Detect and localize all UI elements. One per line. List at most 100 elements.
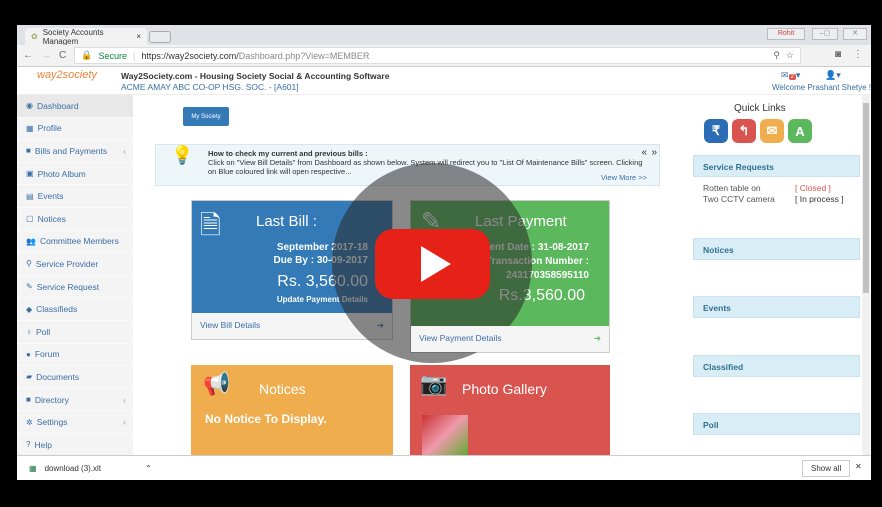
new-tab-button[interactable] bbox=[149, 31, 171, 43]
sidebar-item-label: Forum bbox=[34, 349, 60, 360]
service-requests-header: Service Requests bbox=[693, 155, 860, 177]
zoom-icon[interactable]: ⚲ bbox=[773, 50, 780, 61]
sidebar-item-label: Notices bbox=[37, 213, 66, 224]
menu-icon[interactable]: ⋮ bbox=[853, 49, 863, 60]
quick-link-button[interactable]: A bbox=[788, 119, 812, 143]
my-society-button[interactable]: My Society bbox=[183, 107, 229, 126]
sidebar-item-notices[interactable]: ▢ Notices bbox=[17, 208, 133, 231]
url-input[interactable]: 🔒 Secure | https://way2society.com/Dashboar… bbox=[74, 47, 801, 64]
service-requests-list: Rotten table on[ Closed ] Two CCTV camera… bbox=[703, 183, 858, 205]
sidebar-item-committee-members[interactable]: 👥 Committee Members bbox=[17, 231, 133, 254]
sidebar-item-classifieds[interactable]: ◆ Classifieds bbox=[17, 298, 133, 321]
notices-card: 📢 Notices No Notice To Display. bbox=[191, 365, 393, 460]
mail-icon[interactable]: ✉ 2 ▾ bbox=[781, 70, 800, 81]
reload-icon[interactable]: C bbox=[59, 50, 66, 61]
user-icon[interactable]: 👤▾ bbox=[825, 70, 841, 81]
sidebar-item-label: Photo Album bbox=[37, 168, 86, 179]
request-status: [ Closed ] bbox=[795, 183, 831, 193]
events-panel-header: Events bbox=[693, 296, 860, 318]
back-icon[interactable]: ← bbox=[23, 50, 33, 61]
close-icon[interactable]: ✕ bbox=[855, 462, 862, 471]
sidebar-item-poll[interactable]: ♁ Poll bbox=[17, 321, 133, 344]
service-request-row[interactable]: Two CCTV camera [ In process ] bbox=[703, 194, 858, 205]
document-icon: 🗎 bbox=[200, 210, 221, 240]
excel-file-icon: ▦ bbox=[29, 463, 37, 473]
play-icon bbox=[420, 246, 451, 282]
chevron-left-icon: ‹ bbox=[123, 417, 126, 428]
close-window-button[interactable]: ✕ bbox=[843, 28, 867, 40]
folder-icon: ■ bbox=[26, 146, 31, 156]
view-payment-details-link[interactable]: View Payment Details ➔ bbox=[411, 326, 609, 352]
folder-icon: ■ bbox=[26, 395, 31, 405]
quick-link-button[interactable]: ✉ bbox=[760, 119, 784, 143]
gallery-thumbnail[interactable] bbox=[422, 415, 468, 455]
window-user-badge[interactable]: Rohit bbox=[767, 28, 805, 40]
tags-icon: ◆ bbox=[26, 304, 33, 314]
sidebar-item-label: Profile bbox=[37, 123, 62, 134]
megaphone-icon: 📢 bbox=[203, 371, 231, 396]
request-status: [ In process ] bbox=[795, 194, 844, 204]
site-title: Way2Society.com - Housing Society Social… bbox=[121, 71, 390, 81]
chevron-left-icon: ‹ bbox=[123, 145, 126, 156]
sidebar-item-service-request[interactable]: ✎ Service Request bbox=[17, 276, 133, 299]
sidebar-item-label: Events bbox=[37, 191, 64, 202]
sidebar-item-label: Dashboard bbox=[36, 100, 79, 111]
request-name: Rotten table on bbox=[703, 183, 761, 193]
sidebar-item-settings[interactable]: ✲ Settings ‹ bbox=[17, 411, 133, 434]
sidebar-item-dashboard[interactable]: ◉ Dashboard bbox=[17, 95, 133, 118]
no-notice-text: No Notice To Display. bbox=[205, 412, 327, 426]
browser-tab[interactable]: ✿ Society Accounts Managem × bbox=[25, 28, 147, 46]
forward-icon[interactable]: → bbox=[41, 50, 51, 61]
sidebar-item-label: Help bbox=[34, 439, 52, 450]
service-request-row[interactable]: Rotten table on [ Closed ] bbox=[703, 183, 858, 194]
camera-icon[interactable]: ◙ bbox=[835, 49, 841, 60]
sidebar-item-events[interactable]: ▤ Events bbox=[17, 185, 133, 208]
profile-icon: ▦ bbox=[26, 123, 34, 133]
welcome-text: Welcome Prashant Shetye ! bbox=[772, 83, 871, 92]
sidebar-item-bills-and-payments[interactable]: ■ Bills and Payments ‹ bbox=[17, 140, 133, 163]
sidebar-item-label: Directory bbox=[34, 394, 69, 405]
play-button[interactable] bbox=[375, 229, 490, 299]
logo[interactable]: way2society bbox=[37, 69, 97, 81]
show-all-button[interactable]: Show all bbox=[802, 460, 851, 477]
sidebar-item-photo-album[interactable]: ▣ Photo Album bbox=[17, 163, 133, 186]
classified-panel-header: Classified bbox=[693, 355, 860, 377]
notice-icon: ▢ bbox=[26, 214, 34, 224]
help-icon: ? bbox=[26, 440, 31, 450]
sidebar: ◉ Dashboard ▦ Profile ■ Bills and Payments ‹ ▣ P… bbox=[17, 95, 133, 457]
download-file[interactable]: download (3).xlt bbox=[45, 464, 101, 473]
tab-close-icon[interactable]: × bbox=[136, 32, 141, 41]
site-header: way2society Way2Society.com - Housing So… bbox=[17, 67, 871, 95]
gear-icon: ✲ bbox=[26, 417, 33, 427]
sidebar-item-service-provider[interactable]: ⚲ Service Provider bbox=[17, 253, 133, 276]
sidebar-item-forum[interactable]: ● Forum bbox=[17, 344, 133, 367]
request-name: Two CCTV camera bbox=[703, 194, 775, 204]
sidebar-item-label: Poll bbox=[36, 326, 51, 337]
quick-link-button[interactable]: ↰ bbox=[732, 119, 756, 143]
chevron-up-icon[interactable]: ⌃ bbox=[145, 464, 152, 473]
lightbulb-icon: 💡 bbox=[171, 145, 194, 165]
tab-strip: ✿ Society Accounts Managem × Rohit –▢ ✕ bbox=[17, 25, 871, 46]
sidebar-item-profile[interactable]: ▦ Profile bbox=[17, 118, 133, 141]
sidebar-item-help[interactable]: ? Help bbox=[17, 434, 133, 457]
download-bar: ▦ download (3).xlt ⌃ Show all ✕ bbox=[17, 455, 871, 480]
view-more-link[interactable]: View More >> bbox=[601, 173, 647, 182]
tip-next-button[interactable]: » bbox=[651, 148, 657, 158]
minimize-button[interactable]: –▢ bbox=[812, 28, 838, 40]
society-name: ACME AMAY ABC CO-OP HSG. SOC. - [A601] bbox=[121, 82, 299, 92]
sidebar-item-label: Service Request bbox=[36, 281, 100, 292]
sidebar-item-directory[interactable]: ■ Directory ‹ bbox=[17, 389, 133, 412]
quick-link-button[interactable]: ₹ bbox=[704, 119, 728, 143]
bulb-icon: ♁ bbox=[26, 327, 32, 337]
notices-title: Notices bbox=[259, 381, 306, 397]
last-bill-title: Last Bill : bbox=[256, 213, 317, 230]
sidebar-item-label: Committee Members bbox=[39, 236, 119, 247]
tip-prev-button[interactable]: « bbox=[641, 148, 647, 158]
scrollbar[interactable] bbox=[862, 95, 870, 455]
address-bar-row: ← → C 🔒 Secure | https://way2society.com/Dash… bbox=[17, 45, 871, 67]
star-icon[interactable]: ☆ bbox=[786, 50, 794, 61]
sidebar-item-documents[interactable]: ▰ Documents bbox=[17, 366, 133, 389]
tip-title: How to check my current and previous bil… bbox=[208, 149, 368, 158]
favicon-icon: ✿ bbox=[31, 32, 38, 41]
search-icon: ⚲ bbox=[26, 259, 32, 269]
